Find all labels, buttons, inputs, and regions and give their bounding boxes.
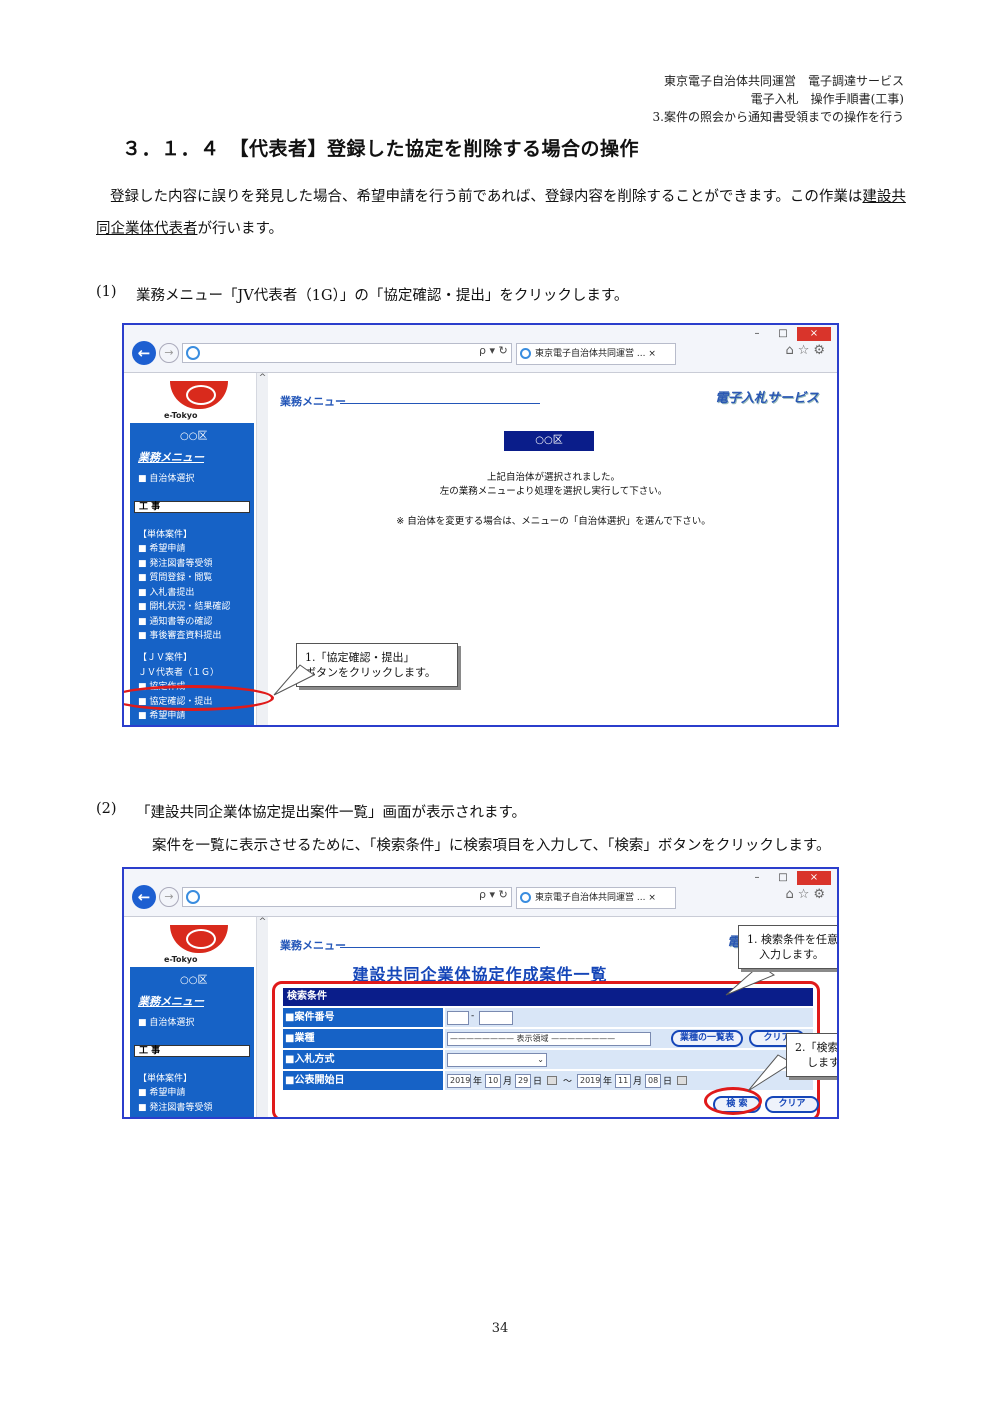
step1-num: (1) [96,284,117,300]
callout-search-conditions: 1. 検索条件を任意に 入力します。 [738,925,839,969]
step2-text2: 案件を一覧に表示させるために、「検索条件」に検索項目を入力して、「検索」ボタンを… [152,838,831,854]
doc-header: 東京電子自治体共同運営 電子調達サービス 電子入札 操作手順書(工事) 3.案件… [653,72,904,126]
page-number: 34 [491,1321,509,1336]
header-line3: 3.案件の照会から通知書受領までの操作を行う [652,110,904,124]
callout-search-button: 2.「検索」ボタンをクリック します。 [786,1033,839,1077]
callout-pointer [273,664,315,696]
browser-window-2: – □ × ← → ρ ▾ ↻ 東京電子自治体共同運営 ... × ⌂☆⚙ e-… [122,867,839,1119]
browser-window-1: – □ × ← → ρ ▾ ↻ 東京電子自治体共同運営 ... × ⌂☆⚙ e-… [122,323,839,727]
step1-text: 業務メニュー「JV代表者（1G）」の「協定確認・提出」をクリックします。 [136,288,629,304]
step2-text: 「建設共同企業体協定提出案件一覧」画面が表示されます。 [136,805,527,821]
header-line1: 東京電子自治体共同運営 電子調達サービス [663,74,904,88]
intro-text-b: が行います。 [197,221,284,237]
callout-cond-line2: 入力します。 [759,948,824,961]
callout-btn-line1: 2.「検索」ボタンをクリック [795,1041,839,1054]
header-line2: 電子入札 操作手順書(工事) [750,92,904,106]
section-title: ３．１．４ 【代表者】登録した協定を削除する場合の操作 [122,138,640,160]
callout-pointers [725,964,793,1092]
intro-text-a: 登録した内容に誤りを発見した場合、希望申請を行う前であれば、登録内容を削除するこ… [110,189,863,205]
intro-paragraph: 登録した内容に誤りを発見した場合、希望申請を行う前であれば、登録内容を削除するこ… [96,181,911,245]
callout-cond-line1: 1. 検索条件を任意に [747,933,839,946]
step2-num: (2) [96,801,117,817]
callout-btn-line2: します。 [807,1056,839,1069]
